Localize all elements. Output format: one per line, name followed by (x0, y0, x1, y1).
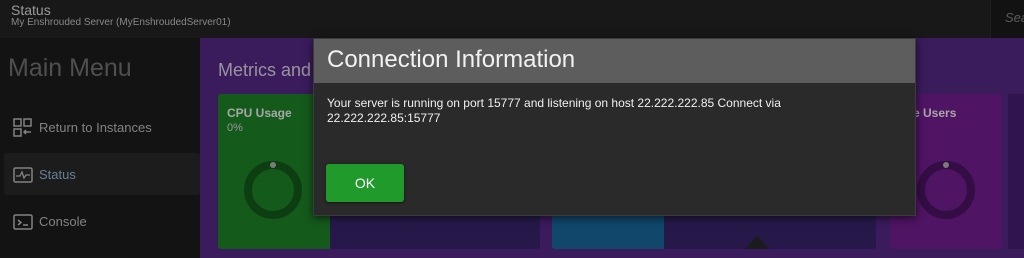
connection-info-dialog: Connection Information Your server is ru… (313, 38, 916, 216)
dialog-title: Connection Information (327, 46, 576, 73)
dialog-message: Your server is running on port 15777 and… (327, 96, 781, 125)
dialog-header: Connection Information (314, 39, 915, 83)
ok-button[interactable]: OK (326, 164, 404, 202)
